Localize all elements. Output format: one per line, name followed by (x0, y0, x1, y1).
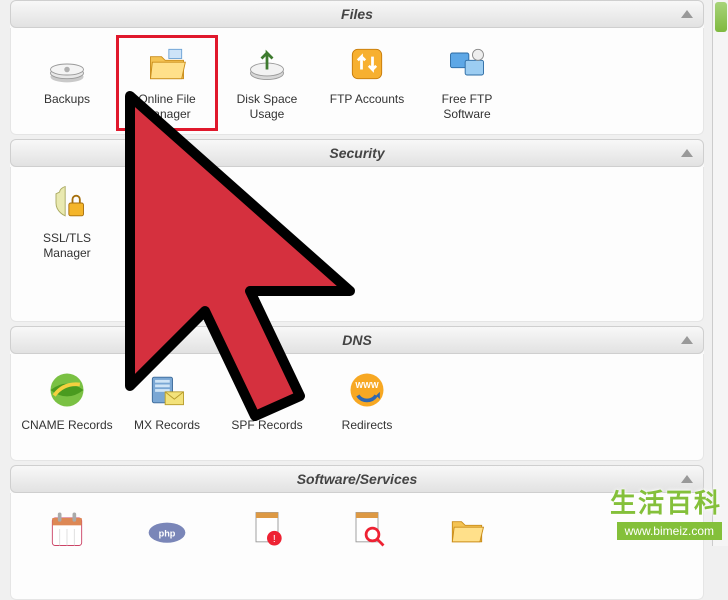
item-label: Online File Manager (119, 92, 215, 122)
mx-icon (143, 366, 191, 414)
item-label: SSL/TLS Manager (19, 231, 115, 261)
panel-files: Files Backups Online File Manager (10, 0, 704, 135)
panel-title: DNS (342, 332, 372, 348)
item-software-1[interactable] (17, 501, 117, 595)
vertical-scrollbar[interactable] (712, 0, 728, 546)
panel-header-software[interactable]: Software/Services (10, 465, 704, 493)
disk-usage-icon (243, 40, 291, 88)
panel-title: Software/Services (297, 471, 418, 487)
item-label: Backups (19, 92, 115, 122)
item-label: Disk Space Usage (219, 92, 315, 122)
item-label: Redirects (319, 418, 415, 448)
item-label (119, 557, 215, 587)
watermark-title: 生活百科 (610, 483, 722, 520)
item-ftp-accounts[interactable]: FTP Accounts (317, 36, 417, 130)
redirects-icon: WWW (343, 366, 391, 414)
panel-header-security[interactable]: Security (10, 139, 704, 167)
panel-body-files: Backups Online File Manager Disk Space U… (10, 28, 704, 135)
panel-title: Security (329, 145, 384, 161)
svg-text:WWW: WWW (355, 381, 379, 390)
svg-text:!: ! (273, 534, 276, 545)
item-software-4[interactable] (317, 501, 417, 595)
panel-header-files[interactable]: Files (10, 0, 704, 28)
watermark-url: www.bimeiz.com (617, 522, 722, 540)
item-free-ftp-software[interactable]: Free FTP Software (417, 36, 517, 130)
item-label: MX Records (119, 418, 215, 448)
item-label: Free FTP Software (419, 92, 515, 122)
panel-title: Files (341, 6, 373, 22)
item-label (319, 557, 415, 587)
svg-text:SPF: SPF (256, 379, 278, 391)
scrollbar-track[interactable] (713, 0, 728, 546)
ftp-software-icon (443, 40, 491, 88)
item-label: FTP Accounts (319, 92, 415, 122)
item-redirects[interactable]: WWW Redirects (317, 362, 417, 456)
item-disk-space-usage[interactable]: Disk Space Usage (217, 36, 317, 130)
panel-body-security: SSL/TLS Manager (10, 167, 704, 322)
backups-icon (43, 40, 91, 88)
ssl-tls-icon (43, 179, 91, 227)
item-ssl-tls-manager[interactable]: SSL/TLS Manager (17, 175, 117, 269)
svg-text:php: php (159, 528, 176, 538)
item-spf-records[interactable]: SPF SPF Records (217, 362, 317, 456)
item-mx-records[interactable]: MX Records (117, 362, 217, 456)
item-software-5[interactable] (417, 501, 517, 595)
item-software-2[interactable]: php (117, 501, 217, 595)
item-label: CNAME Records (19, 418, 115, 448)
item-cname-records[interactable]: CNAME Records (17, 362, 117, 456)
panel-dns: DNS CNAME Records MX Records (10, 326, 704, 461)
item-label (19, 557, 115, 587)
ftp-accounts-icon (343, 40, 391, 88)
collapse-icon[interactable] (681, 149, 693, 157)
cpanel-content: Files Backups Online File Manager (0, 0, 710, 600)
item-software-3[interactable]: ! (217, 501, 317, 595)
collapse-icon[interactable] (681, 10, 693, 18)
spf-icon: SPF (243, 366, 291, 414)
scrollbar-thumb[interactable] (715, 2, 727, 32)
item-label: SPF Records (219, 418, 315, 448)
panel-header-dns[interactable]: DNS (10, 326, 704, 354)
panel-body-software: php ! (10, 493, 704, 600)
item-label (219, 557, 315, 587)
panel-security: Security SSL/TLS Manager (10, 139, 704, 322)
item-label (419, 557, 515, 587)
file-manager-icon (143, 40, 191, 88)
item-backups[interactable]: Backups (17, 36, 117, 130)
watermark: 生活百科 www.bimeiz.com (610, 483, 722, 540)
item-online-file-manager[interactable]: Online File Manager (117, 36, 217, 130)
cname-icon (43, 366, 91, 414)
panel-body-dns: CNAME Records MX Records SPF SPF Records (10, 354, 704, 461)
collapse-icon[interactable] (681, 336, 693, 344)
collapse-icon[interactable] (681, 475, 693, 483)
panel-software-services: Software/Services php (10, 465, 704, 600)
